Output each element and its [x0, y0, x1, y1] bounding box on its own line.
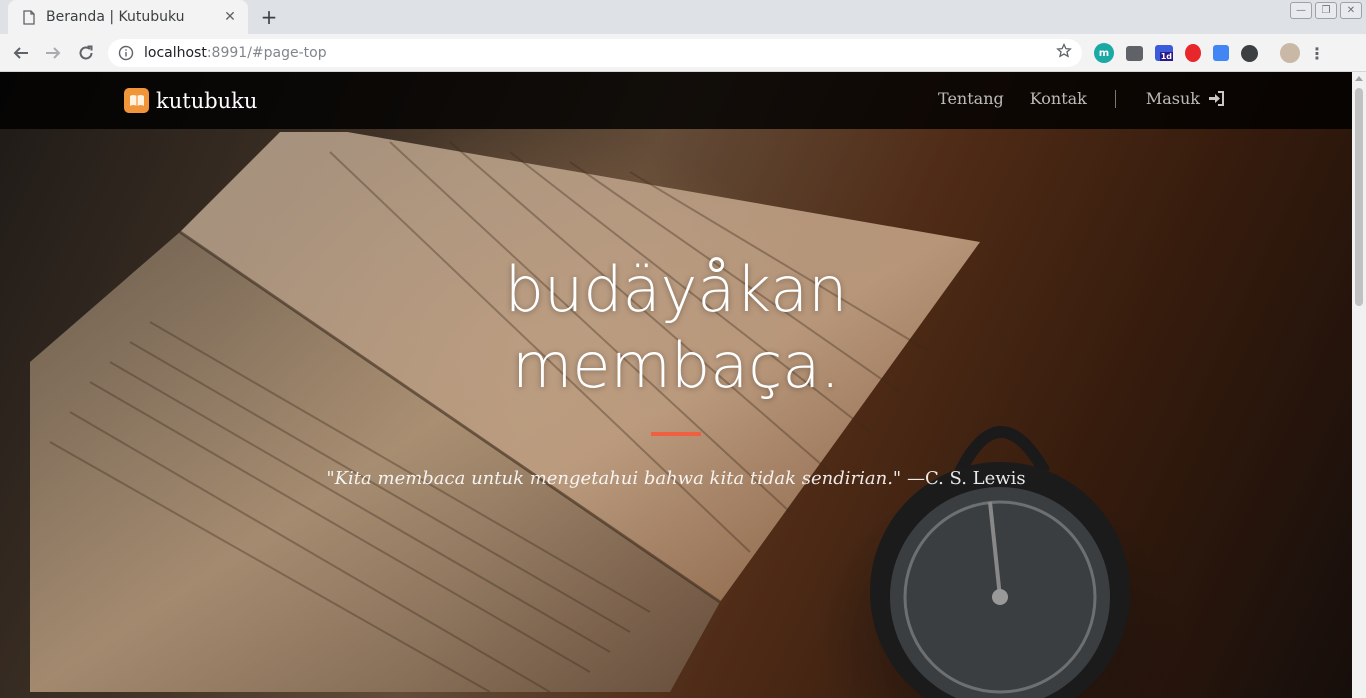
forward-button[interactable] — [40, 40, 66, 66]
close-icon[interactable]: ✕ — [222, 9, 238, 25]
extensions-bar: m 1d ⋮ — [1094, 43, 1334, 63]
window-controls: — ❐ ✕ — [1290, 2, 1362, 19]
hero-title: budäyåkan membaça. — [0, 252, 1352, 404]
opera-extension-icon[interactable] — [1185, 44, 1201, 62]
translate-extension-icon[interactable] — [1213, 45, 1229, 61]
accent-divider — [651, 432, 701, 436]
new-tab-button[interactable]: + — [258, 6, 280, 28]
star-icon[interactable] — [1056, 42, 1072, 63]
reload-button[interactable] — [73, 40, 99, 66]
hero-title-line-1: budäyåkan — [504, 253, 848, 326]
sign-in-icon — [1209, 91, 1224, 106]
close-window-button[interactable]: ✕ — [1340, 2, 1362, 19]
minimize-button[interactable]: — — [1290, 2, 1312, 19]
nav-link-kontak[interactable]: Kontak — [1030, 89, 1087, 108]
info-icon[interactable] — [118, 45, 134, 61]
tab-title: Beranda | Kutubuku — [46, 9, 185, 25]
browser-tab[interactable]: Beranda | Kutubuku ✕ — [8, 0, 248, 34]
page-icon — [22, 9, 36, 25]
brand-link[interactable]: kutubuku — [124, 88, 257, 113]
page-scrollbar[interactable] — [1352, 72, 1366, 698]
arrow-left-icon — [13, 47, 28, 59]
nav-divider — [1114, 89, 1116, 108]
back-button[interactable] — [8, 40, 34, 66]
browser-tab-strip: Beranda | Kutubuku ✕ + — ❐ ✕ — [0, 0, 1366, 34]
hero-section: kutubuku Tentang Kontak Masuk budäyåkan … — [0, 72, 1352, 698]
address-bar[interactable]: localhost:8991/#page-top — [108, 39, 1082, 67]
login-label: Masuk — [1145, 89, 1200, 108]
login-link[interactable]: Masuk — [1146, 89, 1224, 108]
settings-extension-icon[interactable] — [1241, 44, 1258, 62]
browser-toolbar: localhost:8991/#page-top m 1d ⋮ — [0, 34, 1366, 72]
compass-illustration — [870, 426, 1130, 698]
quote-author: —C. S. Lewis — [906, 468, 1026, 489]
scrollbar-thumb[interactable] — [1355, 88, 1363, 306]
quote-text: "Kita membaca untuk mengetahui bahwa kit… — [326, 468, 902, 489]
arrow-right-icon — [46, 47, 61, 59]
site-navbar: kutubuku Tentang Kontak Masuk — [0, 72, 1352, 129]
hero-quote: "Kita membaca untuk mengetahui bahwa kit… — [0, 468, 1352, 489]
m-extension-icon[interactable]: m — [1094, 43, 1114, 63]
nav-link-tentang[interactable]: Tentang — [938, 89, 1004, 108]
chat-extension-icon[interactable] — [1126, 45, 1143, 61]
avatar[interactable] — [1280, 43, 1300, 63]
hero-title-line-2: membaça. — [511, 329, 841, 402]
calendar-extension-icon[interactable]: 1d — [1155, 45, 1173, 61]
book-logo-icon — [124, 88, 149, 113]
scroll-up-arrow-icon[interactable] — [1355, 74, 1363, 82]
reload-icon — [79, 45, 93, 60]
brand-name: kutubuku — [156, 88, 258, 113]
menu-icon[interactable]: ⋮ — [1309, 43, 1325, 63]
nav-links: Tentang Kontak Masuk — [912, 89, 1224, 108]
page-viewport: kutubuku Tentang Kontak Masuk budäyåkan … — [0, 72, 1366, 698]
url-path: :8991/#page-top — [206, 45, 327, 61]
url-host: localhost — [144, 45, 207, 61]
url-text: localhost:8991/#page-top — [144, 45, 1056, 61]
restore-button[interactable]: ❐ — [1315, 2, 1337, 19]
